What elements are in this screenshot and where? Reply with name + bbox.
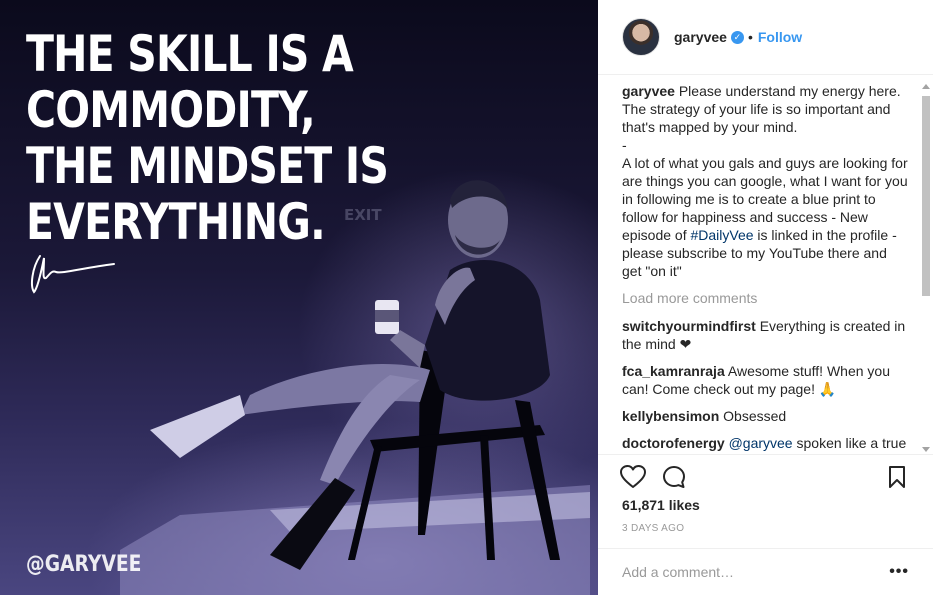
action-bar xyxy=(598,454,933,498)
quote-line: THE SKILL IS A xyxy=(26,25,354,83)
caption-username[interactable]: garyvee xyxy=(622,83,675,99)
add-comment-bar: ••• xyxy=(598,548,933,595)
mention-link[interactable]: @garyvee xyxy=(729,435,793,451)
more-options-icon[interactable]: ••• xyxy=(889,563,909,581)
signature-graphic xyxy=(31,255,115,294)
hashtag-link[interactable]: #DailyVee xyxy=(691,227,754,243)
comment-item: doctorofenergy @garyvee spoken like a tr… xyxy=(622,434,910,454)
add-comment-input[interactable] xyxy=(622,564,882,580)
heart-icon[interactable] xyxy=(620,465,646,489)
comment-item: switchyourmindfirst Everything is create… xyxy=(622,317,910,353)
comment-username[interactable]: switchyourmindfirst xyxy=(622,318,756,334)
comment-text: Obsessed xyxy=(723,408,787,424)
bookmark-icon[interactable] xyxy=(888,465,906,489)
scroll-down-arrow-icon[interactable] xyxy=(922,447,930,452)
scroll-up-arrow-icon[interactable] xyxy=(922,84,930,89)
quote-line: COMMODITY, xyxy=(26,81,316,139)
caption: garyvee Please understand my energy here… xyxy=(622,82,910,280)
separator-dot: • xyxy=(747,29,753,45)
comments-list[interactable]: garyvee Please understand my energy here… xyxy=(622,82,910,454)
caption-text: - xyxy=(622,137,627,153)
scrollbar-thumb[interactable] xyxy=(922,96,930,296)
post-date[interactable]: 3 DAYS AGO xyxy=(622,523,684,534)
comment-username[interactable]: kellybensimon xyxy=(622,408,719,424)
header-username[interactable]: garyvee xyxy=(674,29,727,45)
post-image[interactable]: EXIT THE SKILL IS A COMMODITY, THE MINDS… xyxy=(0,0,598,595)
post-sidebar: garyvee ✓ • Follow garyvee Please unders… xyxy=(598,0,933,595)
follow-button[interactable]: Follow xyxy=(758,29,802,45)
comment-username[interactable]: doctorofenergy xyxy=(622,435,725,451)
verified-badge-icon: ✓ xyxy=(730,31,744,44)
watermark-handle: @GARYVEE xyxy=(26,552,142,577)
avatar[interactable] xyxy=(622,18,660,56)
comment-username[interactable]: fca_kamranraja xyxy=(622,363,725,379)
likes-count[interactable]: 61,871 likes xyxy=(622,497,700,513)
comment-bubble-icon[interactable] xyxy=(662,465,686,489)
comment-item: fca_kamranraja Awesome stuff! When you c… xyxy=(622,362,910,398)
comment-item: kellybensimon Obsessed xyxy=(622,407,910,425)
load-more-comments-button[interactable]: Load more comments xyxy=(622,289,910,307)
post-header: garyvee ✓ • Follow xyxy=(598,0,933,75)
speaker-photo xyxy=(120,180,590,595)
comments-scrollbar[interactable] xyxy=(920,82,932,454)
